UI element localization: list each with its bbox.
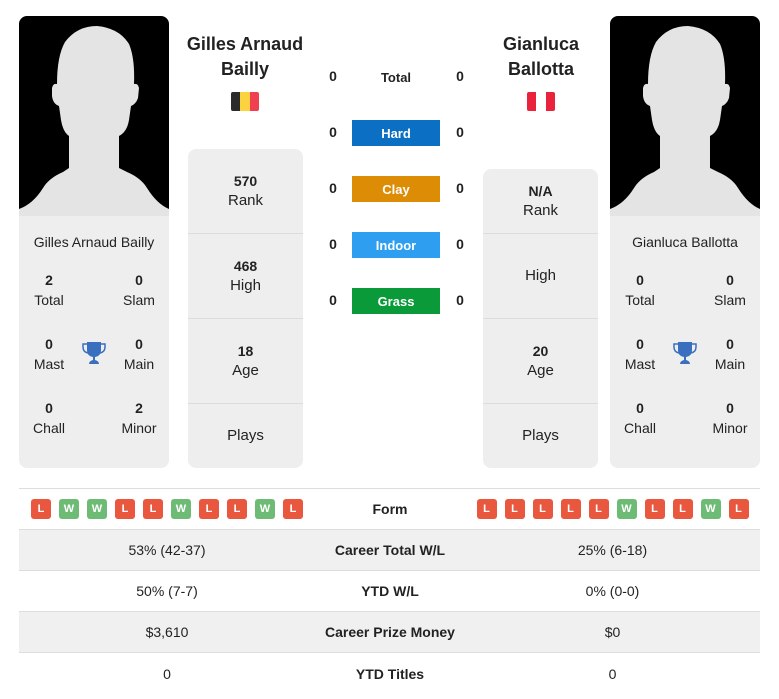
player2-age: 20 Age (483, 319, 598, 404)
player1-card: Gilles Arnaud Bailly 2 Total 0 Slam 0 Mast … (19, 16, 169, 468)
row-label: Career Total W/L (334, 542, 446, 558)
player2-value: $0 (604, 624, 621, 640)
form-loss-badge[interactable]: L (728, 499, 749, 519)
h2h-total-label: Total (380, 69, 412, 85)
trophy-icon (82, 342, 106, 364)
player1-high: 468 High (188, 234, 303, 319)
comparison-table: LWWLLWLLWL Form LLLLLWLLWL 53% (42-37) C… (19, 488, 760, 694)
player2-photo (610, 16, 760, 216)
player2-titles-chall: 0 Chall (624, 400, 656, 436)
player1-name: Gilles Arnaud Bailly (33, 234, 155, 250)
player2-plays: Plays (522, 427, 559, 444)
form-loss-badge[interactable]: L (644, 499, 665, 519)
player1-titles-slam: 0 Slam (123, 272, 155, 308)
peru-flag-icon (527, 92, 555, 111)
form-loss-badge[interactable]: L (504, 499, 525, 519)
player2-titles-total: 0 Total (625, 272, 655, 308)
player2-titles-main: 0 Main (714, 336, 746, 372)
player1-plays: Plays (227, 427, 264, 444)
form-loss-badge[interactable]: L (532, 499, 553, 519)
player1-photo (19, 16, 169, 216)
player2-value: 0% (0-0) (585, 583, 640, 599)
row-label: YTD Titles (355, 665, 425, 682)
player2-high: High (483, 234, 598, 319)
row-label: Career Prize Money (325, 624, 455, 640)
player1-rank: 570 Rank (188, 149, 303, 234)
player-silhouette-icon (610, 26, 760, 216)
player2-value: 0 (608, 665, 617, 682)
form-loss-badge[interactable]: L (31, 499, 51, 519)
player1-stats: 570 Rank 468 High 18 Age Plays (188, 149, 303, 468)
h2h-grass-row: 0 Grass 0 (320, 288, 475, 314)
table-row: 50% (7-7) YTD W/L 0% (0-0) (19, 571, 760, 612)
player1-value: 53% (42-37) (128, 542, 206, 558)
form-win-badge[interactable]: W (171, 499, 191, 519)
player1-value: 50% (7-7) (136, 583, 198, 599)
form-win-badge[interactable]: W (616, 499, 637, 519)
player-silhouette-icon (19, 26, 169, 216)
form-loss-badge[interactable]: L (476, 499, 497, 519)
player2-rank: N/A Rank (483, 169, 598, 234)
surface-hard-badge[interactable]: Hard (352, 120, 440, 146)
h2h-hard-row: 0 Hard 0 (320, 120, 475, 146)
table-row: $3,610 Career Prize Money $0 (19, 612, 760, 653)
trophy-icon (673, 342, 697, 364)
surface-indoor-badge[interactable]: Indoor (352, 232, 440, 258)
player2-name: Gianluca Ballotta (632, 234, 738, 250)
form-row: LWWLLWLLWL Form LLLLLWLLWL (19, 489, 760, 530)
form-loss-badge[interactable]: L (283, 499, 303, 519)
form-win-badge[interactable]: W (700, 499, 721, 519)
player2-value: 25% (6-18) (577, 542, 648, 558)
surface-grass-badge[interactable]: Grass (352, 288, 440, 314)
form-win-badge[interactable]: W (87, 499, 107, 519)
h2h-clay-row: 0 Clay 0 (320, 176, 475, 202)
table-row: 0 YTD Titles 0 (19, 653, 760, 694)
player1-form: LWWLLWLLWL (19, 499, 315, 519)
player1-age: 18 Age (188, 319, 303, 404)
form-loss-badge[interactable]: L (115, 499, 135, 519)
player1-titles-chall: 0 Chall (33, 400, 65, 436)
player2-stats: N/A Rank High 20 Age Plays (483, 169, 598, 468)
player1-titles-mast: 0 Mast (33, 336, 65, 372)
form-loss-badge[interactable]: L (560, 499, 581, 519)
player1-titles-minor: 2 Minor (121, 400, 157, 436)
player1-value: $3,610 (145, 624, 189, 640)
player2-titles-slam: 0 Slam (714, 272, 746, 308)
player2-form: LLLLLWLLWL (465, 499, 760, 519)
belgium-flag-icon (231, 92, 259, 111)
surface-clay-badge[interactable]: Clay (352, 176, 440, 202)
table-row: 53% (42-37) Career Total W/L 25% (6-18) (19, 530, 760, 571)
form-loss-badge[interactable]: L (588, 499, 609, 519)
player2-card: Gianluca Ballotta 0 Total 0 Slam 0 Mast 0 Ma… (610, 16, 760, 468)
form-loss-badge[interactable]: L (227, 499, 247, 519)
player1-titles-total: 2 Total (34, 272, 64, 308)
h2h-indoor-row: 0 Indoor 0 (320, 232, 475, 258)
form-win-badge[interactable]: W (255, 499, 275, 519)
form-loss-badge[interactable]: L (672, 499, 693, 519)
row-label: YTD W/L (361, 583, 419, 599)
player1-titles-main: 0 Main (123, 336, 155, 372)
player2-titles-mast: 0 Mast (624, 336, 656, 372)
player1-header-name[interactable]: Gilles Arnaud Bailly (180, 32, 310, 82)
player1-value: 0 (163, 665, 171, 682)
form-loss-badge[interactable]: L (143, 499, 163, 519)
form-win-badge[interactable]: W (59, 499, 79, 519)
h2h-total-row: 0 Total 0 (320, 64, 475, 90)
form-loss-badge[interactable]: L (199, 499, 219, 519)
player2-titles-minor: 0 Minor (712, 400, 748, 436)
form-label: Form (372, 501, 408, 517)
player2-header-name[interactable]: Gianluca Ballotta (476, 32, 606, 82)
